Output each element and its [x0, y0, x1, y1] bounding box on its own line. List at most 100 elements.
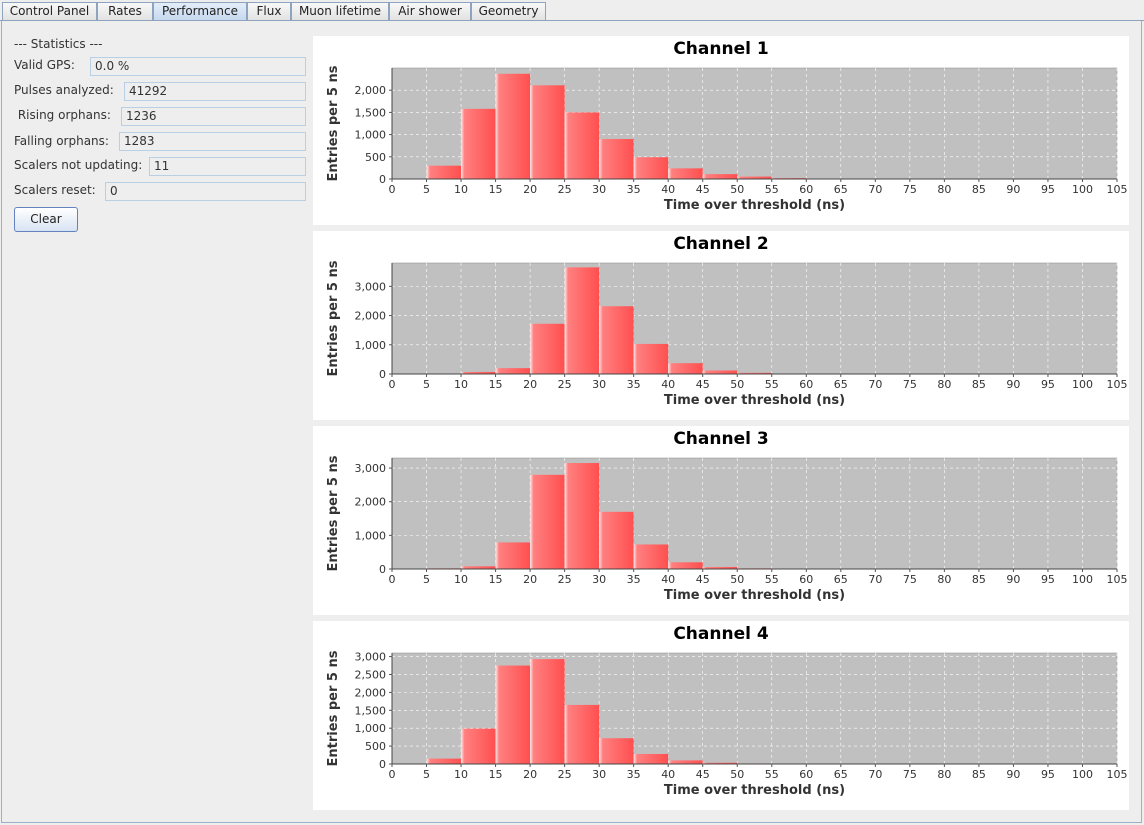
- x-tick-label: 35: [627, 573, 641, 586]
- tab-performance[interactable]: Performance: [153, 2, 247, 20]
- y-tick-label: 3,000: [355, 280, 387, 293]
- x-tick-label: 100: [1072, 378, 1093, 391]
- histogram-bar: [599, 738, 634, 764]
- x-axis-label: Time over threshold (ns): [664, 198, 845, 213]
- histogram-bar: [633, 343, 669, 374]
- y-tick-label: 1,500: [355, 106, 387, 119]
- x-tick-label: 105: [1107, 573, 1128, 586]
- histogram-bar: [495, 665, 531, 764]
- histogram-bar: [495, 542, 531, 569]
- y-tick-label: 0: [379, 758, 386, 771]
- x-tick-label: 60: [799, 183, 813, 196]
- x-tick-label: 30: [592, 183, 606, 196]
- x-tick-label: 50: [730, 573, 744, 586]
- histogram-bar: [599, 139, 634, 179]
- x-tick-label: 70: [868, 183, 882, 196]
- histogram-bar: [668, 562, 703, 569]
- y-tick-label: 2,000: [355, 310, 387, 323]
- x-tick-label: 60: [799, 378, 813, 391]
- tab-air-shower[interactable]: Air shower: [389, 2, 471, 20]
- x-tick-label: 65: [834, 573, 848, 586]
- chart-title: Channel 4: [673, 624, 769, 644]
- x-tick-label: 95: [1041, 378, 1055, 391]
- x-tick-label: 20: [523, 573, 537, 586]
- rising-orphans-field: 1236: [121, 107, 306, 126]
- x-tick-label: 100: [1072, 573, 1093, 586]
- y-tick-label: 1,000: [355, 129, 387, 142]
- x-tick-label: 30: [592, 378, 606, 391]
- x-tick-label: 40: [661, 378, 675, 391]
- histogram-bar: [530, 474, 565, 569]
- y-tick-label: 0: [379, 173, 386, 186]
- pulses-analyzed-field: 41292: [124, 82, 306, 101]
- y-tick-label: 2,500: [355, 668, 387, 681]
- y-tick-label: 2,000: [355, 496, 387, 509]
- x-tick-label: 80: [937, 378, 951, 391]
- histogram-bar: [426, 758, 462, 764]
- histogram-bar: [599, 511, 634, 569]
- x-tick-label: 0: [389, 183, 396, 196]
- y-axis-label: Entries per 5 ns: [326, 455, 341, 571]
- pulses-analyzed-label: Pulses analyzed:: [14, 83, 114, 97]
- channel-4-plot: Channel 4 0 5 10 15 20 25 30 35 40 45 50 55 60 65 70 75 8…: [326, 624, 1128, 798]
- scalers-reset-field: 0: [105, 182, 306, 201]
- x-tick-label: 90: [1006, 183, 1020, 196]
- histogram-bar: [530, 659, 565, 764]
- scalers-not-updating-field: 11: [149, 157, 306, 176]
- x-tick-label: 90: [1006, 573, 1020, 586]
- tab-geometry[interactable]: Geometry: [471, 2, 546, 20]
- x-tick-label: 105: [1107, 768, 1128, 781]
- x-tick-label: 15: [489, 768, 503, 781]
- x-tick-label: 85: [972, 183, 986, 196]
- x-tick-label: 20: [523, 378, 537, 391]
- chart-title: Channel 1: [673, 39, 768, 59]
- x-tick-label: 55: [765, 378, 779, 391]
- x-tick-label: 70: [868, 768, 882, 781]
- histogram-bar: [702, 370, 738, 374]
- clear-button[interactable]: Clear: [14, 207, 78, 232]
- tab-control-panel[interactable]: Control Panel: [2, 2, 97, 20]
- x-tick-label: 30: [592, 768, 606, 781]
- x-axis-label: Time over threshold (ns): [664, 588, 845, 603]
- x-tick-label: 45: [696, 183, 710, 196]
- channel-1-plot: Channel 1 0 5 10 15 20 25 30 35 40 45 50 55 60 65 70 75 8…: [326, 39, 1128, 213]
- tab-rates[interactable]: Rates: [97, 2, 153, 20]
- x-tick-label: 55: [765, 768, 779, 781]
- x-tick-label: 90: [1006, 768, 1020, 781]
- x-tick-label: 65: [834, 768, 848, 781]
- x-tick-label: 40: [661, 573, 675, 586]
- x-tick-label: 70: [868, 378, 882, 391]
- channel-2-plot: Channel 2 0 5 10 15 20 25 30 35 40 45 50 55 60 65 70 75 8…: [326, 234, 1128, 408]
- x-tick-label: 0: [389, 768, 396, 781]
- x-tick-label: 75: [903, 573, 917, 586]
- x-tick-label: 15: [489, 573, 503, 586]
- x-tick-label: 45: [696, 378, 710, 391]
- y-tick-label: 500: [365, 151, 386, 164]
- histogram-bar: [668, 363, 703, 374]
- x-tick-label: 20: [523, 768, 537, 781]
- x-tick-label: 5: [423, 573, 430, 586]
- y-axis-label: Entries per 5 ns: [326, 260, 341, 376]
- statistics-title: --- Statistics ---: [14, 37, 103, 51]
- y-tick-label: 3,000: [355, 651, 387, 664]
- x-tick-label: 75: [903, 768, 917, 781]
- x-axis-label: Time over threshold (ns): [664, 393, 845, 408]
- x-tick-label: 85: [972, 573, 986, 586]
- x-tick-label: 55: [765, 183, 779, 196]
- chart-title: Channel 3: [673, 429, 768, 449]
- x-tick-label: 75: [903, 183, 917, 196]
- x-tick-label: 25: [558, 573, 572, 586]
- x-tick-label: 45: [696, 573, 710, 586]
- x-tick-label: 50: [730, 378, 744, 391]
- tab-muon-lifetime[interactable]: Muon lifetime: [291, 2, 389, 20]
- histogram-bar: [461, 108, 496, 179]
- histogram-bar: [530, 85, 565, 179]
- tab-flux[interactable]: Flux: [247, 2, 291, 20]
- channel-2-chart: Channel 2 0 5 10 15 20 25 30 35 40 45 50 55 60 65 70 75 8…: [313, 231, 1129, 420]
- histogram-bar: [668, 760, 703, 764]
- y-axis-label: Entries per 5 ns: [326, 650, 341, 766]
- x-tick-label: 0: [389, 378, 396, 391]
- x-tick-label: 5: [423, 768, 430, 781]
- valid-gps-field: 0.0 %: [90, 57, 306, 76]
- y-tick-label: 0: [379, 368, 386, 381]
